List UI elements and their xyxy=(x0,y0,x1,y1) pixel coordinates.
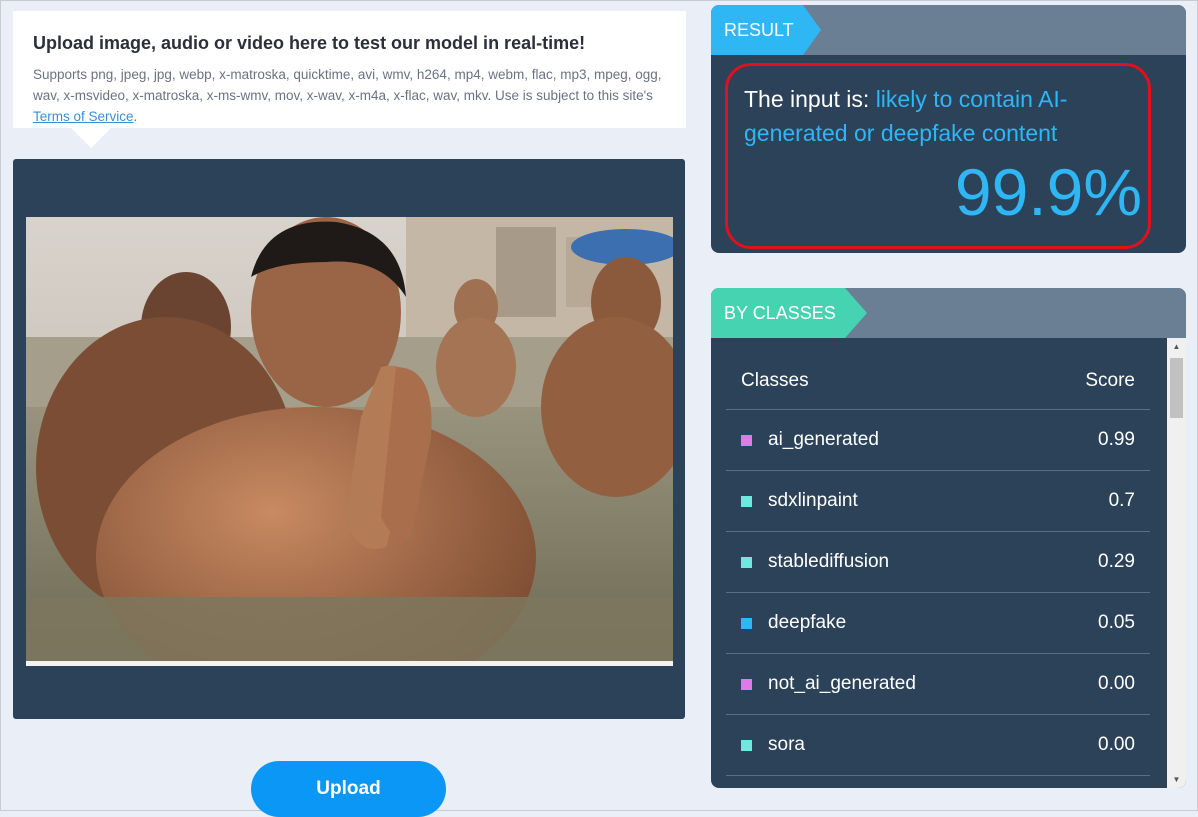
class-name: sdxlinpaint xyxy=(768,490,858,511)
supported-formats: Supports png, jpeg, jpg, webp, x-matrosk… xyxy=(33,67,662,103)
class-score: 0.00 xyxy=(1098,673,1135,694)
terms-period: . xyxy=(133,109,138,124)
result-tag: RESULT xyxy=(711,5,821,55)
class-name: stablediffusion xyxy=(768,551,890,572)
table-row: sdxlinpaint 0.7 xyxy=(726,471,1150,532)
result-percentage: 99.9% xyxy=(954,155,1142,229)
classes-header: BY CLASSES xyxy=(711,288,1186,338)
result-highlight-box: The input is: likely to contain AI-gener… xyxy=(725,63,1151,249)
class-name: sora xyxy=(768,734,805,755)
table-row: sora 0.00 xyxy=(726,715,1150,776)
class-score: 0.29 xyxy=(1098,551,1135,572)
scroll-thumb[interactable] xyxy=(1170,358,1183,418)
class-name: ai_generated xyxy=(768,429,879,450)
class-color-swatch xyxy=(741,495,752,507)
class-score: 0.05 xyxy=(1098,612,1135,633)
class-color-swatch xyxy=(741,556,752,568)
uploaded-image xyxy=(26,217,673,666)
table-row: deepfake 0.05 xyxy=(726,593,1150,654)
upload-button[interactable]: Upload xyxy=(251,761,446,817)
class-score: 0.99 xyxy=(1098,429,1135,450)
table-row: ai_generated 0.99 xyxy=(726,410,1150,471)
class-score: 0.00 xyxy=(1098,734,1135,755)
class-color-swatch xyxy=(741,739,752,751)
supported-formats-text: Supports png, jpeg, jpg, webp, x-matrosk… xyxy=(33,64,666,127)
image-preview-panel xyxy=(13,159,685,719)
result-prefix: The input is: xyxy=(744,86,876,112)
result-panel: RESULT The input is: likely to contain A… xyxy=(711,5,1186,253)
result-header: RESULT xyxy=(711,5,1186,55)
class-name: not_ai_generated xyxy=(768,673,916,694)
scroll-up-arrow-icon[interactable]: ▲ xyxy=(1167,338,1186,355)
class-color-swatch xyxy=(741,434,752,446)
classes-table-header: Classes Score xyxy=(726,338,1150,410)
terms-of-service-link[interactable]: Terms of Service xyxy=(33,109,134,124)
result-statement: The input is: likely to contain AI-gener… xyxy=(744,82,1124,150)
classes-scrollbar[interactable]: ▲ ▼ xyxy=(1167,338,1186,788)
class-color-swatch xyxy=(741,617,752,629)
class-color-swatch xyxy=(741,678,752,690)
class-score: 0.7 xyxy=(1108,490,1135,511)
classes-column-header: Classes xyxy=(741,369,809,391)
scroll-down-arrow-icon[interactable]: ▼ xyxy=(1167,771,1186,788)
classes-table: Classes Score ai_generated 0.99 sdxlinpa… xyxy=(726,338,1150,776)
table-row: stablediffusion 0.29 xyxy=(726,532,1150,593)
class-name: deepfake xyxy=(768,612,847,633)
upload-info-card: Upload image, audio or video here to tes… xyxy=(13,11,686,148)
score-column-header: Score xyxy=(1085,369,1135,391)
upload-title: Upload image, audio or video here to tes… xyxy=(33,33,586,53)
table-row: not_ai_generated 0.00 xyxy=(726,654,1150,715)
classes-panel: BY CLASSES Classes Score ai_generated 0.… xyxy=(711,288,1186,788)
classes-tag: BY CLASSES xyxy=(711,288,867,338)
